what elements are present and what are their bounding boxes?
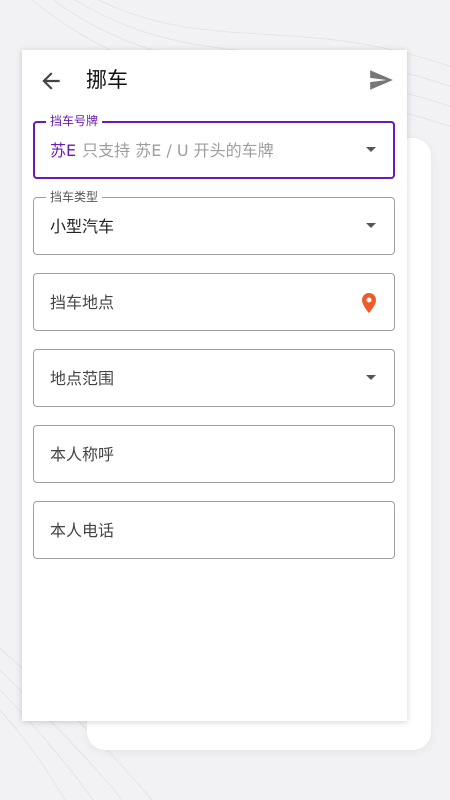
plate-number-label: 挡车号牌	[46, 113, 103, 129]
vehicle-type-select[interactable]: 挡车类型 小型汽车	[33, 189, 395, 255]
app-bar: 挪车	[22, 50, 407, 110]
location-input[interactable]: 挡车地点	[33, 273, 395, 331]
location-range-select[interactable]: 地点范围	[33, 349, 395, 407]
location-pin-icon[interactable]	[362, 293, 376, 313]
phone-placeholder: 本人电话	[50, 521, 115, 540]
name-placeholder: 本人称呼	[50, 445, 115, 464]
vehicle-type-value: 小型汽车	[50, 217, 115, 236]
plate-number-value: 苏E 只支持 苏E / U 开头的车牌	[50, 140, 274, 162]
plate-prefix: 苏E	[50, 141, 77, 160]
location-placeholder: 挡车地点	[50, 293, 115, 312]
page-title: 挪车	[86, 68, 128, 92]
back-button[interactable]	[38, 68, 64, 94]
plate-number-field[interactable]: 挡车号牌 苏E 只支持 苏E / U 开头的车牌	[33, 113, 395, 179]
chevron-down-icon	[366, 223, 376, 228]
plate-hint: 只支持 苏E / U 开头的车牌	[82, 141, 274, 160]
chevron-down-icon	[366, 375, 376, 380]
move-car-form-card: 挪车 挡车号牌 苏E 只支持 苏E / U 开头的车牌 挡车类型 小型汽车 挡车地…	[22, 50, 407, 721]
send-button[interactable]	[368, 67, 394, 93]
vehicle-type-label: 挡车类型	[46, 189, 103, 205]
name-input[interactable]: 本人称呼	[33, 425, 395, 483]
location-range-placeholder: 地点范围	[50, 369, 115, 388]
send-icon	[370, 70, 393, 90]
arrow-left-icon	[42, 72, 60, 90]
phone-input[interactable]: 本人电话	[33, 501, 395, 559]
chevron-down-icon	[366, 147, 376, 152]
